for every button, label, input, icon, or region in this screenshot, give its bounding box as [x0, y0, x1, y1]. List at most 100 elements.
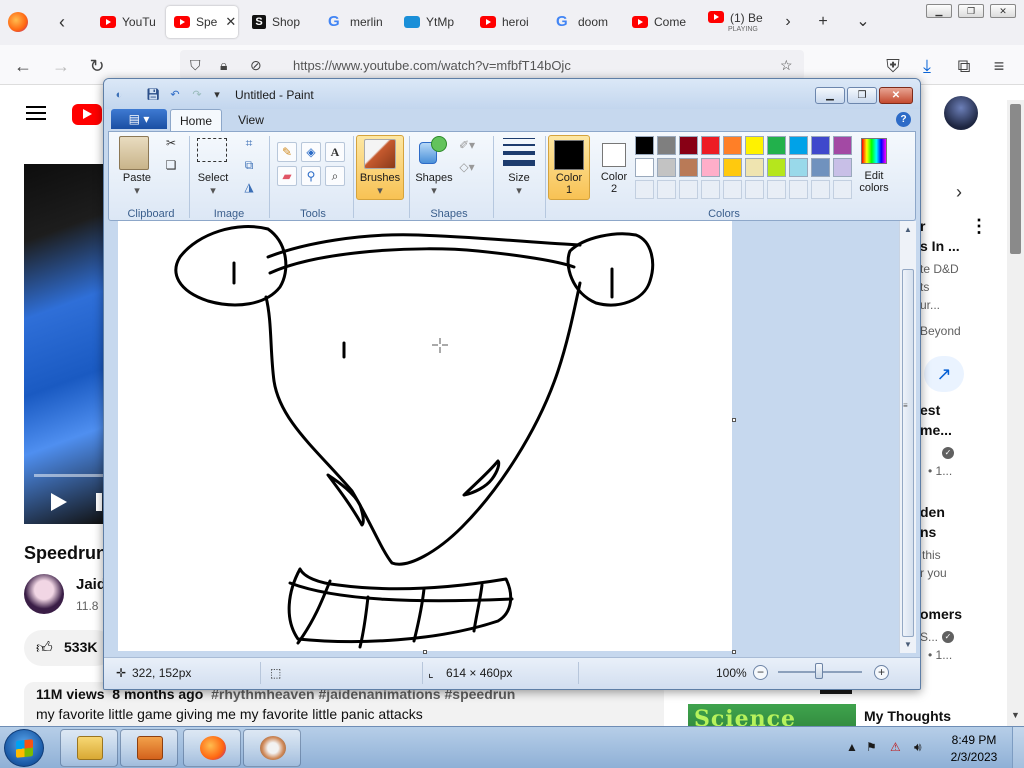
resize-icon[interactable]: ⧉: [239, 156, 259, 176]
zoom-out-button[interactable]: −: [753, 665, 768, 680]
firefox-menu-icon[interactable]: [8, 12, 28, 32]
youtube-logo-icon[interactable]: [72, 104, 102, 125]
palette-swatch[interactable]: [767, 136, 786, 155]
scroll-down-icon[interactable]: ▼: [1011, 710, 1020, 720]
rotate-icon[interactable]: ◮: [239, 178, 259, 198]
palette-swatch[interactable]: [745, 158, 764, 177]
related-title[interactable]: s In ...: [920, 238, 960, 254]
account-avatar[interactable]: [944, 96, 978, 130]
paint-app-icon[interactable]: ◐: [112, 88, 126, 102]
palette-swatch[interactable]: [723, 158, 742, 177]
palette-swatch[interactable]: [767, 158, 786, 177]
channel-avatar[interactable]: [24, 574, 64, 614]
paste-icon[interactable]: [119, 136, 149, 170]
downloads-icon[interactable]: ⤓: [916, 55, 938, 77]
video-player[interactable]: [24, 164, 104, 524]
clock-time[interactable]: 8:49 PM: [944, 733, 1004, 747]
custom-color-slot[interactable]: [789, 180, 808, 199]
paint-maximize-button[interactable]: ❐: [847, 87, 877, 104]
resize-handle-right[interactable]: [732, 418, 736, 422]
tab-view[interactable]: View: [228, 109, 274, 131]
crop-icon[interactable]: ⌗: [239, 134, 259, 154]
reload-icon[interactable]: ↻: [86, 55, 108, 77]
select-icon[interactable]: [197, 138, 227, 162]
custom-color-slot[interactable]: [811, 180, 830, 199]
edit-colors-button[interactable]: Edit: [853, 170, 895, 182]
scroll-up-icon[interactable]: ▲: [904, 225, 912, 234]
play-icon[interactable]: [51, 493, 67, 511]
select-dropdown-icon[interactable]: ▾: [193, 184, 233, 197]
list-all-tabs-icon[interactable]: ⌄: [853, 12, 873, 32]
page-scrollbar[interactable]: ▼: [1007, 100, 1024, 726]
edit-colors-label[interactable]: colors: [853, 182, 895, 194]
new-tab-button[interactable]: +: [813, 12, 833, 32]
customize-toolbar-icon[interactable]: ▾: [210, 88, 224, 102]
paste-dropdown-icon[interactable]: ▾: [117, 184, 157, 197]
color1-button[interactable]: Color 1: [548, 135, 590, 200]
fill-shape-icon[interactable]: ◇▾: [457, 158, 477, 178]
palette-swatch[interactable]: [833, 158, 852, 177]
palette-swatch[interactable]: [657, 136, 676, 155]
related-title[interactable]: me...: [920, 422, 952, 438]
custom-color-slot[interactable]: [701, 180, 720, 199]
external-link-icon[interactable]: ↗: [924, 356, 964, 392]
custom-color-slot[interactable]: [657, 180, 676, 199]
tab-ytmp[interactable]: YtMp: [396, 6, 468, 38]
volume-icon[interactable]: 🔊︎: [914, 740, 922, 755]
shapes-icon[interactable]: [419, 136, 449, 166]
palette-swatch[interactable]: [701, 158, 720, 177]
tab-heroi[interactable]: heroi: [472, 6, 544, 38]
save-icon[interactable]: 💾︎: [146, 88, 160, 102]
palette-swatch[interactable]: [833, 136, 852, 155]
more-options-icon[interactable]: ⋮: [970, 216, 988, 237]
redo-icon[interactable]: ↷: [190, 88, 204, 102]
resize-handle-bottom[interactable]: [423, 650, 427, 654]
tab-youtube[interactable]: YouTu: [92, 6, 162, 38]
scrollbar-thumb[interactable]: [1010, 104, 1021, 254]
copy-icon[interactable]: ❏: [161, 156, 181, 176]
palette-swatch[interactable]: [745, 136, 764, 155]
related-title[interactable]: den: [920, 504, 945, 520]
undo-icon[interactable]: ↶: [168, 88, 182, 102]
eraser-icon[interactable]: ▰: [277, 166, 297, 186]
help-icon[interactable]: ?: [896, 112, 911, 127]
palette-swatch[interactable]: [701, 136, 720, 155]
scrollbar-thumb[interactable]: [902, 269, 914, 637]
paste-button[interactable]: Paste: [117, 172, 157, 184]
color2-button[interactable]: Color 2: [593, 135, 635, 200]
tab-speedrun[interactable]: Spe ✕: [166, 6, 238, 38]
palette-swatch[interactable]: [679, 136, 698, 155]
brushes-button[interactable]: Brushes ▾: [356, 135, 404, 200]
zoom-slider-knob[interactable]: [815, 663, 823, 679]
taskbar-media-player[interactable]: [120, 729, 178, 767]
chips-scroll-right-icon[interactable]: ›: [956, 182, 962, 203]
show-hidden-icons-icon[interactable]: ▲: [846, 740, 858, 754]
palette-swatch[interactable]: [679, 158, 698, 177]
show-desktop-button[interactable]: [1012, 727, 1024, 768]
paint-minimize-button[interactable]: ▁: [815, 87, 845, 104]
pencil-icon[interactable]: ✎: [277, 142, 297, 162]
paint-canvas[interactable]: [118, 221, 732, 651]
related-title[interactable]: omers: [920, 606, 962, 622]
tab-close-icon[interactable]: ✕: [225, 14, 236, 30]
tab-doom[interactable]: G doom: [548, 6, 620, 38]
palette-swatch[interactable]: [789, 158, 808, 177]
extensions-icon[interactable]: ⧉: [953, 55, 975, 77]
taskbar-firefox[interactable]: [183, 729, 241, 767]
clock-date[interactable]: 2/3/2023: [944, 750, 1004, 764]
zoom-in-button[interactable]: +: [874, 665, 889, 680]
like-button[interactable]: 👍︎ 533K: [24, 630, 114, 666]
size-button[interactable]: Size: [499, 172, 539, 184]
outline-icon[interactable]: ✐▾: [457, 136, 477, 156]
video-progress-bar[interactable]: [34, 474, 104, 477]
tab-scroll-left-icon[interactable]: ‹: [52, 12, 72, 32]
app-menu-icon[interactable]: ≡: [988, 55, 1010, 77]
related-title[interactable]: est: [920, 402, 940, 418]
paint-file-menu-button[interactable]: ▤ ▾: [111, 109, 167, 129]
permissions-icon[interactable]: ⊘: [250, 57, 262, 74]
edit-colors-icon[interactable]: [861, 138, 887, 164]
cut-icon[interactable]: ✂: [161, 134, 181, 154]
fill-icon[interactable]: ◈: [301, 142, 321, 162]
window-maximize-button[interactable]: ❐: [958, 4, 984, 18]
address-bar[interactable]: ⛉ 🔒︎ ⊘ https://www.youtube.com/watch?v=m…: [180, 50, 804, 80]
